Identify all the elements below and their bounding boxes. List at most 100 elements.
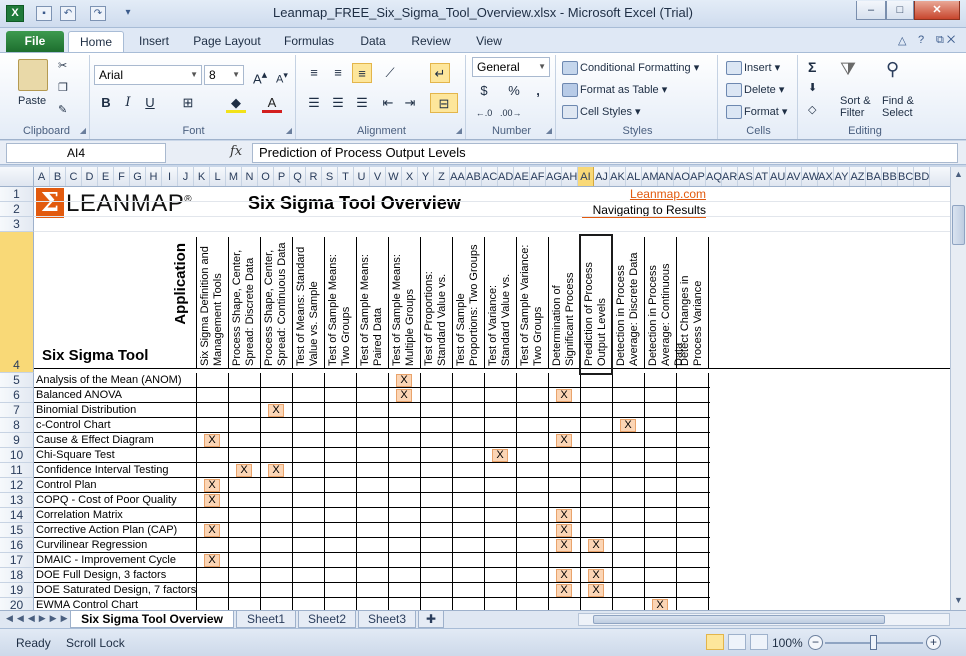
restore-workbook-icon[interactable]: ⧉ ✕ <box>936 34 955 47</box>
tool-name[interactable]: Curvilinear Regression <box>36 538 196 553</box>
close-button[interactable]: ✕ <box>914 1 960 20</box>
sort-filter-label[interactable]: Sort & <box>840 95 871 107</box>
row-header[interactable]: 6 <box>0 388 34 403</box>
row-header[interactable]: 4 <box>0 232 34 373</box>
underline-button[interactable]: U <box>140 93 160 113</box>
row-header[interactable]: 8 <box>0 418 34 433</box>
align-middle-icon[interactable]: ≡ <box>328 63 348 83</box>
column-header[interactable]: D <box>82 167 98 186</box>
number-format-select[interactable]: General ▼ <box>472 57 550 77</box>
column-header[interactable]: I <box>162 167 178 186</box>
application-mark[interactable]: X <box>588 539 604 552</box>
column-header[interactable]: AW <box>802 167 819 186</box>
column-header[interactable]: N <box>242 167 258 186</box>
help-icon[interactable]: ? <box>918 34 924 46</box>
format-as-table-button[interactable]: Format as Table ▾ <box>562 83 667 98</box>
application-mark[interactable]: X <box>204 524 220 537</box>
column-header[interactable]: AU <box>770 167 786 186</box>
application-mark[interactable]: X <box>268 404 284 417</box>
column-header[interactable]: AD <box>498 167 514 186</box>
horizontal-scroll-thumb[interactable] <box>593 615 885 624</box>
tab-home[interactable]: Home <box>68 31 124 52</box>
column-header[interactable]: C <box>66 167 82 186</box>
application-mark[interactable]: X <box>204 494 220 507</box>
column-header[interactable]: BC <box>898 167 914 186</box>
tab-file[interactable]: File <box>6 31 64 52</box>
application-mark[interactable]: X <box>588 584 604 597</box>
application-mark[interactable]: X <box>204 479 220 492</box>
tool-name[interactable]: Control Plan <box>36 478 196 493</box>
row-header[interactable]: 2 <box>0 202 34 217</box>
tool-name[interactable]: DOE Saturated Design, 7 factors <box>36 583 196 598</box>
tool-name[interactable]: Analysis of the Mean (ANOM) <box>36 373 196 388</box>
column-header[interactable]: A <box>34 167 50 186</box>
grow-font-icon[interactable]: A▴ <box>250 65 270 86</box>
row-header[interactable]: 15 <box>0 523 34 538</box>
row-header[interactable]: 5 <box>0 373 34 388</box>
tab-formulas[interactable]: Formulas <box>276 31 342 52</box>
application-mark[interactable]: X <box>492 449 508 462</box>
row-header[interactable]: 12 <box>0 478 34 493</box>
autosum-button[interactable]: Σ <box>808 59 816 75</box>
vertical-scroll-thumb[interactable] <box>952 205 965 245</box>
column-header[interactable]: M <box>226 167 242 186</box>
zoom-level[interactable]: 100% <box>772 636 803 650</box>
column-header[interactable]: J <box>178 167 194 186</box>
align-center-icon[interactable]: ☰ <box>328 93 348 113</box>
application-mark[interactable]: X <box>556 569 572 582</box>
page-break-view-icon[interactable] <box>750 634 768 650</box>
tab-view[interactable]: View <box>466 31 512 52</box>
sheet-nav-arrows-icon[interactable]: ◀◀◀▶▶▶ <box>6 613 72 624</box>
column-header[interactable]: AY <box>834 167 850 186</box>
align-left-icon[interactable]: ☰ <box>304 93 324 113</box>
page-layout-view-icon[interactable] <box>728 634 746 650</box>
worksheet-grid[interactable]: Σ LEANMAP® Six Sigma Tool Overview Leanm… <box>0 187 950 610</box>
zoom-slider-thumb[interactable] <box>870 635 877 650</box>
column-header[interactable]: S <box>322 167 338 186</box>
application-mark[interactable]: X <box>396 374 412 387</box>
column-header[interactable]: AV <box>786 167 802 186</box>
merge-center-icon[interactable]: ⊟ <box>430 93 458 113</box>
column-header[interactable]: AF <box>530 167 546 186</box>
application-mark[interactable]: X <box>204 434 220 447</box>
row-header[interactable]: 14 <box>0 508 34 523</box>
row-header[interactable]: 3 <box>0 217 34 232</box>
number-launcher-icon[interactable]: ◢ <box>546 126 552 135</box>
select-label[interactable]: Select <box>882 107 913 119</box>
leanmap-link[interactable]: Leanmap.com <box>600 187 706 201</box>
cut-icon[interactable]: ✂ <box>58 59 67 72</box>
scroll-up-icon[interactable]: ▲ <box>954 169 963 179</box>
maximize-button[interactable]: □ <box>886 1 914 20</box>
column-header[interactable]: AR <box>722 167 738 186</box>
tab-page-layout[interactable]: Page Layout <box>188 31 266 52</box>
tool-name[interactable]: Correlation Matrix <box>36 508 196 523</box>
tab-data[interactable]: Data <box>350 31 396 52</box>
align-right-icon[interactable]: ☰ <box>352 93 372 113</box>
application-mark[interactable]: X <box>556 539 572 552</box>
paste-button[interactable]: Paste <box>18 95 46 107</box>
column-header[interactable]: V <box>370 167 386 186</box>
column-header[interactable]: AC <box>482 167 498 186</box>
row-header[interactable]: 19 <box>0 583 34 598</box>
row-header[interactable]: 1 <box>0 187 34 202</box>
font-size-select[interactable]: 8 ▼ <box>204 65 244 85</box>
scroll-down-icon[interactable]: ▼ <box>954 595 963 605</box>
clipboard-launcher-icon[interactable]: ◢ <box>80 126 86 135</box>
minimize-ribbon-icon[interactable]: △ <box>898 34 906 47</box>
orientation-icon[interactable]: ⟋ <box>380 63 400 83</box>
currency-button[interactable]: $ <box>474 81 494 101</box>
sheet-tab-sheet2[interactable]: Sheet2 <box>298 611 356 628</box>
column-header[interactable]: W <box>386 167 402 186</box>
column-header[interactable]: K <box>194 167 210 186</box>
align-top-icon[interactable]: ≡ <box>304 63 324 83</box>
filter-label[interactable]: Filter <box>840 107 864 119</box>
application-mark[interactable]: X <box>204 554 220 567</box>
minimize-button[interactable]: – <box>856 1 886 20</box>
column-header[interactable]: AX <box>818 167 834 186</box>
row-header[interactable]: 13 <box>0 493 34 508</box>
horizontal-scrollbar[interactable] <box>578 613 950 626</box>
column-header[interactable]: BB <box>882 167 898 186</box>
column-header[interactable]: Y <box>418 167 434 186</box>
zoom-in-icon[interactable]: + <box>926 635 941 650</box>
column-header[interactable]: Z <box>434 167 450 186</box>
